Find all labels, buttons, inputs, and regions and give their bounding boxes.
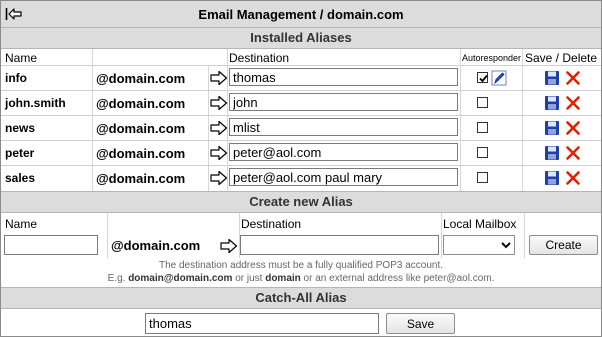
alias-row: john.smith @domain.com: [1, 90, 601, 116]
alias-row: sales @domain.com: [1, 165, 601, 191]
alias-destination-input[interactable]: [229, 68, 458, 86]
floppy-disk-icon[interactable]: [544, 145, 560, 161]
delete-x-icon[interactable]: [565, 145, 581, 161]
new-alias-domain: @domain.com: [111, 238, 201, 253]
alias-name: peter: [5, 146, 35, 160]
alias-domain: @domain.com: [96, 96, 186, 111]
floppy-disk-icon[interactable]: [544, 120, 560, 136]
catch-all-header: Catch-All Alias: [1, 287, 601, 309]
alias-name: info: [5, 71, 27, 85]
alias-row: info @domain.com: [1, 65, 601, 91]
alias-destination-input[interactable]: [229, 143, 458, 161]
email-management-panel: Email Management / domain.com Installed …: [0, 0, 602, 337]
alias-domain: @domain.com: [96, 71, 186, 86]
alias-row: news @domain.com: [1, 115, 601, 141]
title-bar: Email Management / domain.com: [1, 1, 601, 28]
pencil-icon[interactable]: [491, 70, 507, 86]
right-arrow-icon: [210, 145, 228, 161]
destination-note-line2: E.g. domain@domain.com or just domain or…: [107, 273, 495, 284]
autoresponder-checkbox[interactable]: [477, 147, 488, 158]
floppy-disk-icon[interactable]: [544, 170, 560, 186]
autoresponder-checkbox[interactable]: [477, 97, 488, 108]
right-arrow-icon: [210, 70, 228, 86]
catch-all-input[interactable]: [145, 313, 379, 334]
delete-x-icon[interactable]: [565, 170, 581, 186]
autoresponder-checkbox[interactable]: [477, 72, 488, 83]
delete-x-icon[interactable]: [565, 120, 581, 136]
installed-aliases-header: Installed Aliases: [1, 27, 601, 49]
alias-name: news: [5, 121, 36, 135]
alias-row: peter @domain.com: [1, 140, 601, 166]
create-column-header-destination: Destination: [241, 217, 302, 231]
alias-domain: @domain.com: [96, 146, 186, 161]
autoresponder-checkbox[interactable]: [477, 122, 488, 133]
alias-destination-input[interactable]: [229, 93, 458, 111]
alias-name: john.smith: [5, 96, 66, 110]
delete-x-icon[interactable]: [565, 95, 581, 111]
column-header-save-delete: Save / Delete: [525, 51, 598, 65]
right-arrow-icon: [220, 238, 238, 254]
create-column-header-name: Name: [5, 217, 38, 231]
autoresponder-checkbox[interactable]: [477, 172, 488, 183]
column-header-name: Name: [5, 51, 38, 65]
new-alias-destination-input[interactable]: [240, 235, 439, 255]
column-header-autoresponder: Autoresponder: [462, 53, 522, 63]
delete-x-icon[interactable]: [565, 70, 581, 86]
alias-destination-input[interactable]: [229, 168, 458, 186]
floppy-disk-icon[interactable]: [544, 95, 560, 111]
destination-note-line1: The destination address must be a fully …: [158, 260, 444, 271]
right-arrow-icon: [210, 95, 228, 111]
catch-all-save-button[interactable]: Save: [386, 313, 455, 334]
right-arrow-icon: [210, 170, 228, 186]
alias-name: sales: [5, 171, 36, 185]
local-mailbox-select[interactable]: [443, 235, 515, 255]
page-title: Email Management / domain.com: [198, 7, 404, 22]
create-alias-header: Create new Alias: [1, 191, 601, 213]
create-button[interactable]: Create: [529, 235, 598, 255]
alias-domain: @domain.com: [96, 121, 186, 136]
alias-destination-input[interactable]: [229, 118, 458, 136]
right-arrow-icon: [210, 120, 228, 136]
alias-domain: @domain.com: [96, 171, 186, 186]
column-header-destination: Destination: [229, 51, 290, 65]
create-column-header-local-mailbox: Local Mailbox: [443, 217, 517, 231]
new-alias-name-input[interactable]: [4, 235, 98, 255]
floppy-disk-icon[interactable]: [544, 70, 560, 86]
